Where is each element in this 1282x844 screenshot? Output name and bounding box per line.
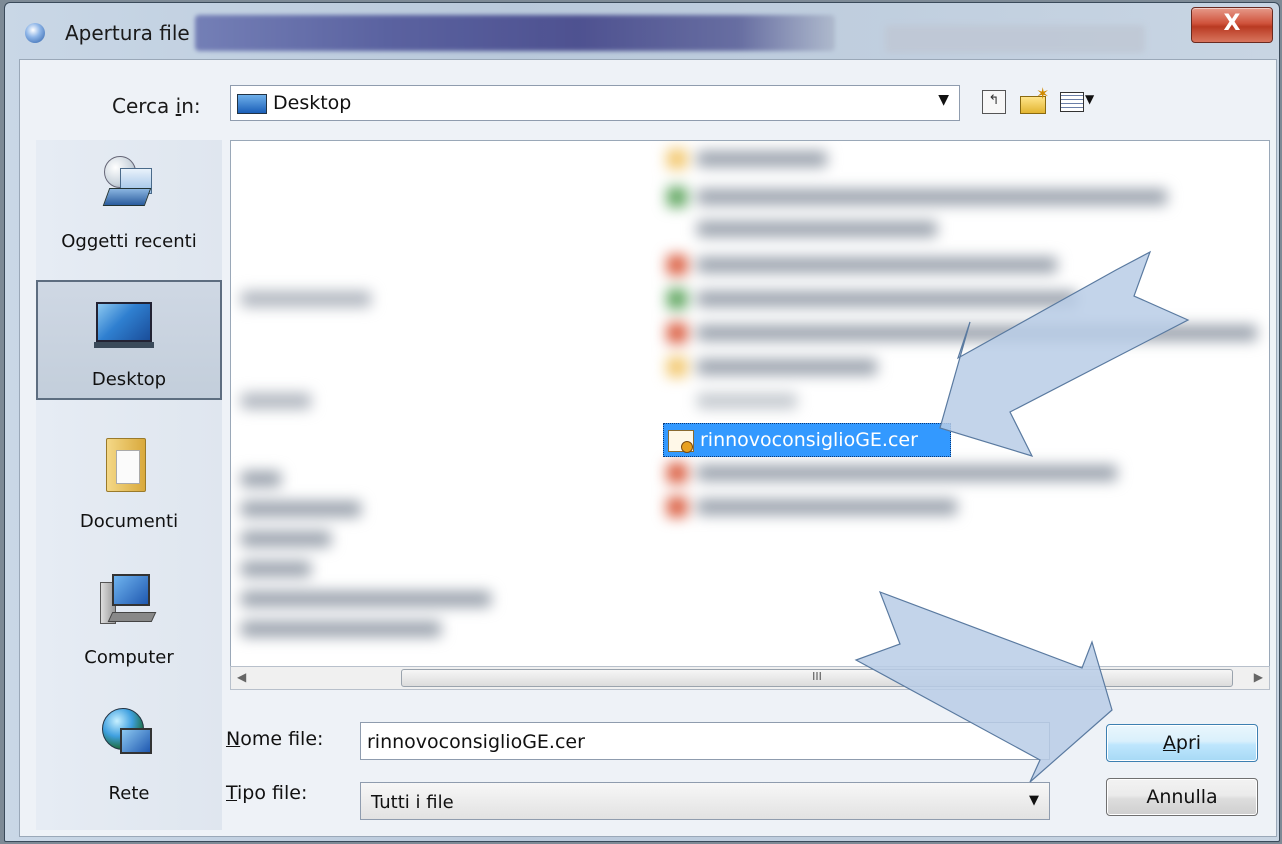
title-bar-background-glow xyxy=(195,15,835,51)
place-desktop[interactable]: Desktop xyxy=(36,280,222,400)
cancel-button[interactable]: Annulla xyxy=(1106,778,1258,816)
new-folder-icon[interactable]: ✶ xyxy=(1018,84,1049,114)
close-button[interactable]: X xyxy=(1191,7,1273,43)
selected-file-item[interactable]: rinnovoconsiglioGE.cer xyxy=(663,423,951,457)
open-button[interactable]: Apri xyxy=(1106,724,1258,762)
place-computer[interactable]: Computer xyxy=(36,556,222,676)
look-in-combobox[interactable]: Desktop ▼ xyxy=(230,85,960,121)
place-label: Documenti xyxy=(79,511,179,532)
folder-up-icon[interactable]: ↰ xyxy=(982,90,1006,114)
filetype-value: Tutti i file xyxy=(371,792,454,813)
recent-items-icon xyxy=(96,154,156,214)
network-icon xyxy=(96,706,156,766)
desktop-icon xyxy=(94,296,154,356)
open-file-dialog: Apertura file X Cerca in: Desktop ▼ ↰ ✶ … xyxy=(4,2,1280,842)
app-shield-icon xyxy=(25,23,45,43)
look-in-label: Cerca in: xyxy=(112,94,201,118)
place-label: Oggetti recenti xyxy=(61,231,197,252)
title-bar-background-glow xyxy=(885,25,1145,53)
views-menu-icon[interactable]: ▼ xyxy=(1058,88,1100,114)
place-label: Rete xyxy=(108,783,150,804)
filename-label: Nome file: xyxy=(226,728,324,750)
scrollbar-grip: III xyxy=(812,670,822,683)
place-network[interactable]: Rete xyxy=(36,692,222,812)
place-recent-items[interactable]: Oggetti recenti xyxy=(36,140,222,260)
dialog-body: Cerca in: Desktop ▼ ↰ ✶ ▼ Oggetti recent… xyxy=(19,59,1277,837)
horizontal-scrollbar[interactable]: ◀ III ▶ xyxy=(230,666,1270,690)
filetype-select[interactable]: Tutti i file ▼ xyxy=(360,782,1050,820)
desktop-icon xyxy=(237,94,267,114)
filename-input[interactable]: rinnovoconsiglioGE.cer xyxy=(360,722,1050,760)
scrollbar-thumb[interactable]: III xyxy=(401,669,1233,687)
blurred-file-entries xyxy=(231,141,651,689)
dropdown-arrow-icon[interactable]: ▼ xyxy=(938,92,949,108)
computer-icon xyxy=(96,570,157,630)
places-bar: Oggetti recenti Desktop Documenti Comput… xyxy=(36,140,222,830)
blurred-file-entries xyxy=(651,141,1269,689)
file-name: rinnovoconsiglioGE.cer xyxy=(700,429,918,451)
filetype-label: Tipo file: xyxy=(226,782,308,804)
place-label: Computer xyxy=(84,647,174,668)
look-in-value: Desktop xyxy=(273,92,352,114)
title-bar[interactable]: Apertura file X xyxy=(5,3,1279,57)
place-documents[interactable]: Documenti xyxy=(36,420,222,540)
dialog-title: Apertura file xyxy=(65,21,190,45)
certificate-icon xyxy=(668,430,694,453)
documents-icon xyxy=(96,434,156,494)
file-list[interactable]: rinnovoconsiglioGE.cer xyxy=(230,140,1270,690)
scroll-left-icon[interactable]: ◀ xyxy=(237,670,246,684)
scroll-right-icon[interactable]: ▶ xyxy=(1254,670,1263,684)
place-label: Desktop xyxy=(91,369,167,390)
dropdown-arrow-icon[interactable]: ▼ xyxy=(1029,793,1039,808)
